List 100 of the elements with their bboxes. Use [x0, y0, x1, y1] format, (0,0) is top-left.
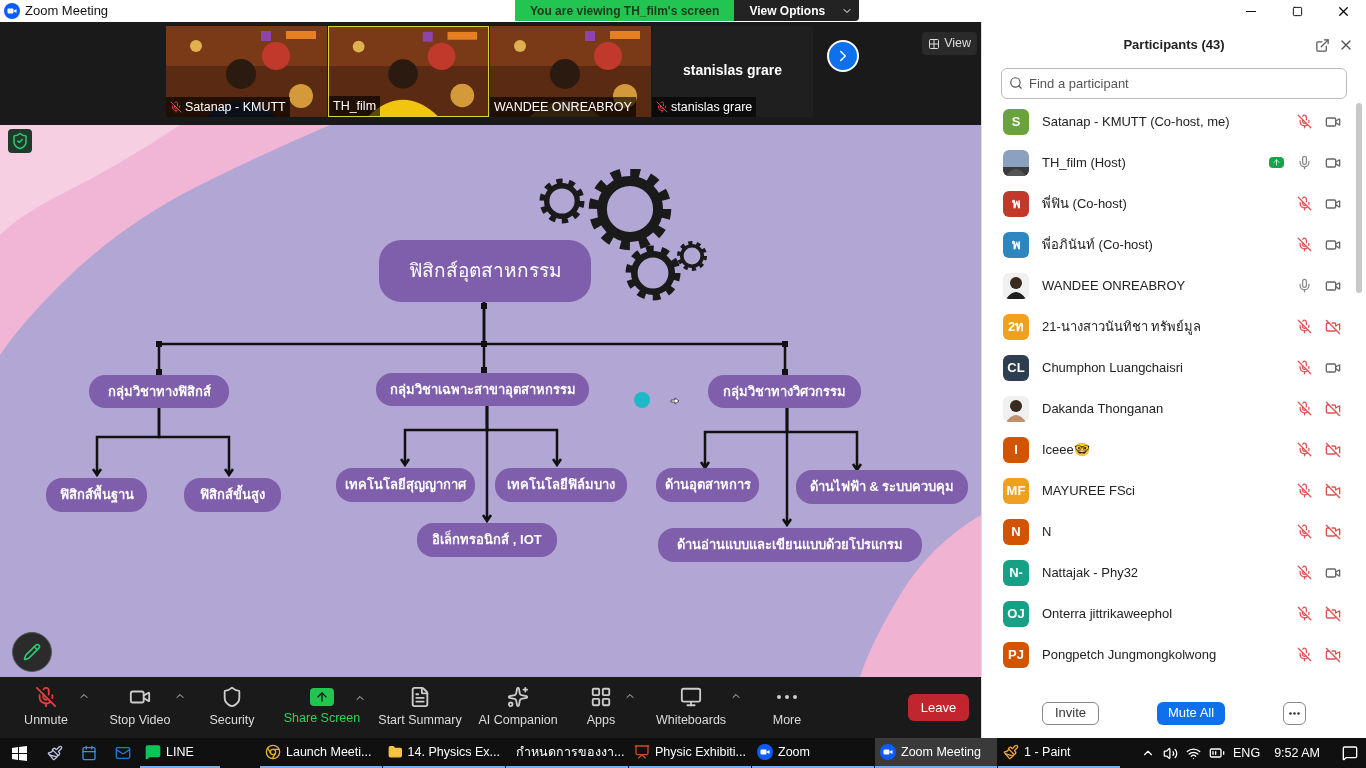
participant-name: Satanap - KMUTT (Co-host, me) [1042, 112, 1231, 131]
mute-all-button[interactable]: Mute All [1156, 701, 1226, 725]
taskbar-app[interactable]: Physic Exhibiti... [629, 738, 751, 768]
pop-out-icon[interactable] [1315, 38, 1330, 53]
more-icon [777, 694, 797, 699]
video-tile[interactable]: WANDEE ONREABROY [490, 26, 651, 117]
taskbar-app[interactable]: Launch Meeti... [260, 738, 382, 768]
toolbar-button[interactable]: Share Screen [283, 687, 361, 728]
slides-icon [634, 744, 650, 760]
connector-point [782, 341, 788, 347]
view-button[interactable]: View [922, 32, 977, 55]
topic-node: อิเล็กทรอนิกส์ , IOT [417, 523, 557, 557]
taskbar-app[interactable]: 1 - Paint [998, 738, 1120, 768]
toolbar-button[interactable]: More [772, 685, 802, 730]
participant-name: Dakanda Thonganan [1042, 399, 1165, 418]
participant-row[interactable]: PJ Pongpetch Jungmongkolwong [982, 634, 1366, 675]
next-page-button[interactable] [827, 40, 859, 72]
category-node: กลุ่มวิชาทางวิศวกรรม [708, 375, 861, 408]
participant-row[interactable]: N- Nattajak - Phy32 [982, 552, 1366, 593]
participant-name: Satanap - KMUTT [185, 98, 286, 116]
scrollbar[interactable] [1356, 103, 1362, 293]
toolbar-button[interactable]: Stop Video [109, 685, 171, 730]
calendar-icon [81, 745, 97, 761]
taskbar-app[interactable]: กำหนดการของงา... [506, 738, 628, 768]
taskbar-app[interactable]: 14. Physics Ex... [383, 738, 505, 768]
taskbar-app[interactable]: Zoom Meeting [875, 738, 997, 768]
avatar: MF [1003, 477, 1029, 504]
toolbar-button[interactable]: Apps [586, 685, 616, 730]
toolbar-button[interactable]: AI Companion [478, 685, 558, 730]
chat-icon [145, 744, 161, 760]
whiteboard-icon [680, 685, 702, 708]
participant-name: Nattajak - Phy32 [1042, 563, 1140, 582]
avatar: พ [1003, 190, 1029, 217]
annotate-button[interactable] [12, 632, 52, 672]
notification-icon[interactable] [1342, 745, 1358, 761]
avatar: S [1003, 108, 1029, 135]
avatar: OJ [1003, 600, 1029, 627]
participant-row[interactable]: 2ท 21-นางสาวนันทิชา ทรัพย์มูล [982, 306, 1366, 347]
taskbar-app[interactable]: LINE [140, 738, 220, 768]
connector-point [156, 341, 162, 347]
participant-row[interactable]: พ พี่ฟิน (Co-host) [982, 183, 1366, 224]
leave-button[interactable]: Leave [908, 694, 969, 721]
battery-icon[interactable] [1209, 745, 1226, 761]
toolbar-button[interactable]: Security [209, 685, 255, 730]
participant-name: Pongpetch Jungmongkolwong [1042, 645, 1218, 664]
wifi-icon[interactable] [1186, 745, 1202, 761]
participant-name: TH_film [333, 97, 377, 115]
invite-button[interactable]: Invite [1042, 701, 1100, 725]
toolbar-button[interactable]: Unmute [24, 685, 68, 730]
participant-name: 21-นางสาวนันทิชา ทรัพย์มูล [1042, 317, 1203, 337]
avatar: PJ [1003, 641, 1029, 668]
more-icon [1289, 711, 1300, 715]
participant-name: Chumphon Luangchaisri [1042, 358, 1184, 377]
participant-row[interactable]: Dakanda Thonganan [982, 388, 1366, 429]
participant-row[interactable]: N N [982, 511, 1366, 552]
volume-icon[interactable] [1163, 745, 1179, 761]
video-tile[interactable]: stanislas grare stanislas grare [652, 26, 813, 117]
participant-name: WANDEE ONREABROY [1042, 276, 1187, 295]
participant-row[interactable]: WANDEE ONREABROY [982, 265, 1366, 306]
taskbar-app[interactable]: Zoom [752, 738, 874, 768]
paint-icon [1003, 744, 1019, 760]
windows-icon [11, 745, 27, 761]
participant-row[interactable]: I Iceee🤓 [982, 429, 1366, 470]
toolbar-button[interactable]: Start Summary [378, 685, 462, 730]
connector-point [782, 369, 788, 375]
topic-node: ฟิสิกส์พื้นฐาน [46, 478, 147, 512]
participant-row[interactable]: TH_film (Host) [982, 142, 1366, 183]
participant-row[interactable]: CL Chumphon Luangchaisri [982, 347, 1366, 388]
participant-name: stanislas grare [671, 98, 753, 116]
video-tile[interactable]: Satanap - KMUTT [166, 26, 327, 117]
paint-icon [47, 745, 63, 761]
more-button[interactable] [1283, 701, 1306, 725]
mail-icon [115, 745, 131, 761]
avatar: พ [1003, 231, 1029, 258]
connector-point [156, 369, 162, 375]
view-options-button[interactable]: View Options [734, 0, 860, 21]
minimize-icon [1246, 10, 1256, 12]
category-node: กลุ่มวิชาเฉพาะสาขาอุตสาหกรรม [376, 373, 589, 406]
participant-row[interactable]: พ พี่อภินันท์ (Co-host) [982, 224, 1366, 265]
pencil-icon [23, 643, 41, 661]
participant-row[interactable]: MF MAYUREE FSci [982, 470, 1366, 511]
participant-name: MAYUREE FSci [1042, 481, 1136, 500]
topic-node: ฟิสิกส์ขั้นสูง [184, 478, 281, 512]
toolbar-button[interactable]: Whiteboards [655, 685, 727, 730]
sparkle-icon [507, 685, 529, 708]
participant-display-name: stanislas grare [682, 61, 783, 80]
apps-icon [590, 685, 612, 708]
clock[interactable]: 9:52 AM [1274, 743, 1320, 763]
video-tile[interactable]: TH_film [328, 26, 489, 117]
slide-title: ฟิสิกส์อุตสาหกรรม [379, 240, 591, 302]
topic-node: ด้านอ่านแบบและเขียนแบบด้วยโปรแกรม [658, 528, 922, 562]
participant-row[interactable]: S Satanap - KMUTT (Co-host, me) [982, 101, 1366, 142]
participant-name: พี่ฟิน (Co-host) [1042, 194, 1128, 213]
participant-row[interactable]: OJ Onterra jittrikaweephol [982, 593, 1366, 634]
avatar: 2ท [1003, 313, 1029, 340]
search-field[interactable]: Find a participant [1001, 68, 1347, 99]
grid-icon [928, 37, 941, 50]
language-indicator[interactable]: ENG [1233, 743, 1261, 763]
participant-name: TH_film (Host) [1042, 153, 1127, 172]
participant-name: พี่อภินันท์ (Co-host) [1042, 235, 1154, 254]
